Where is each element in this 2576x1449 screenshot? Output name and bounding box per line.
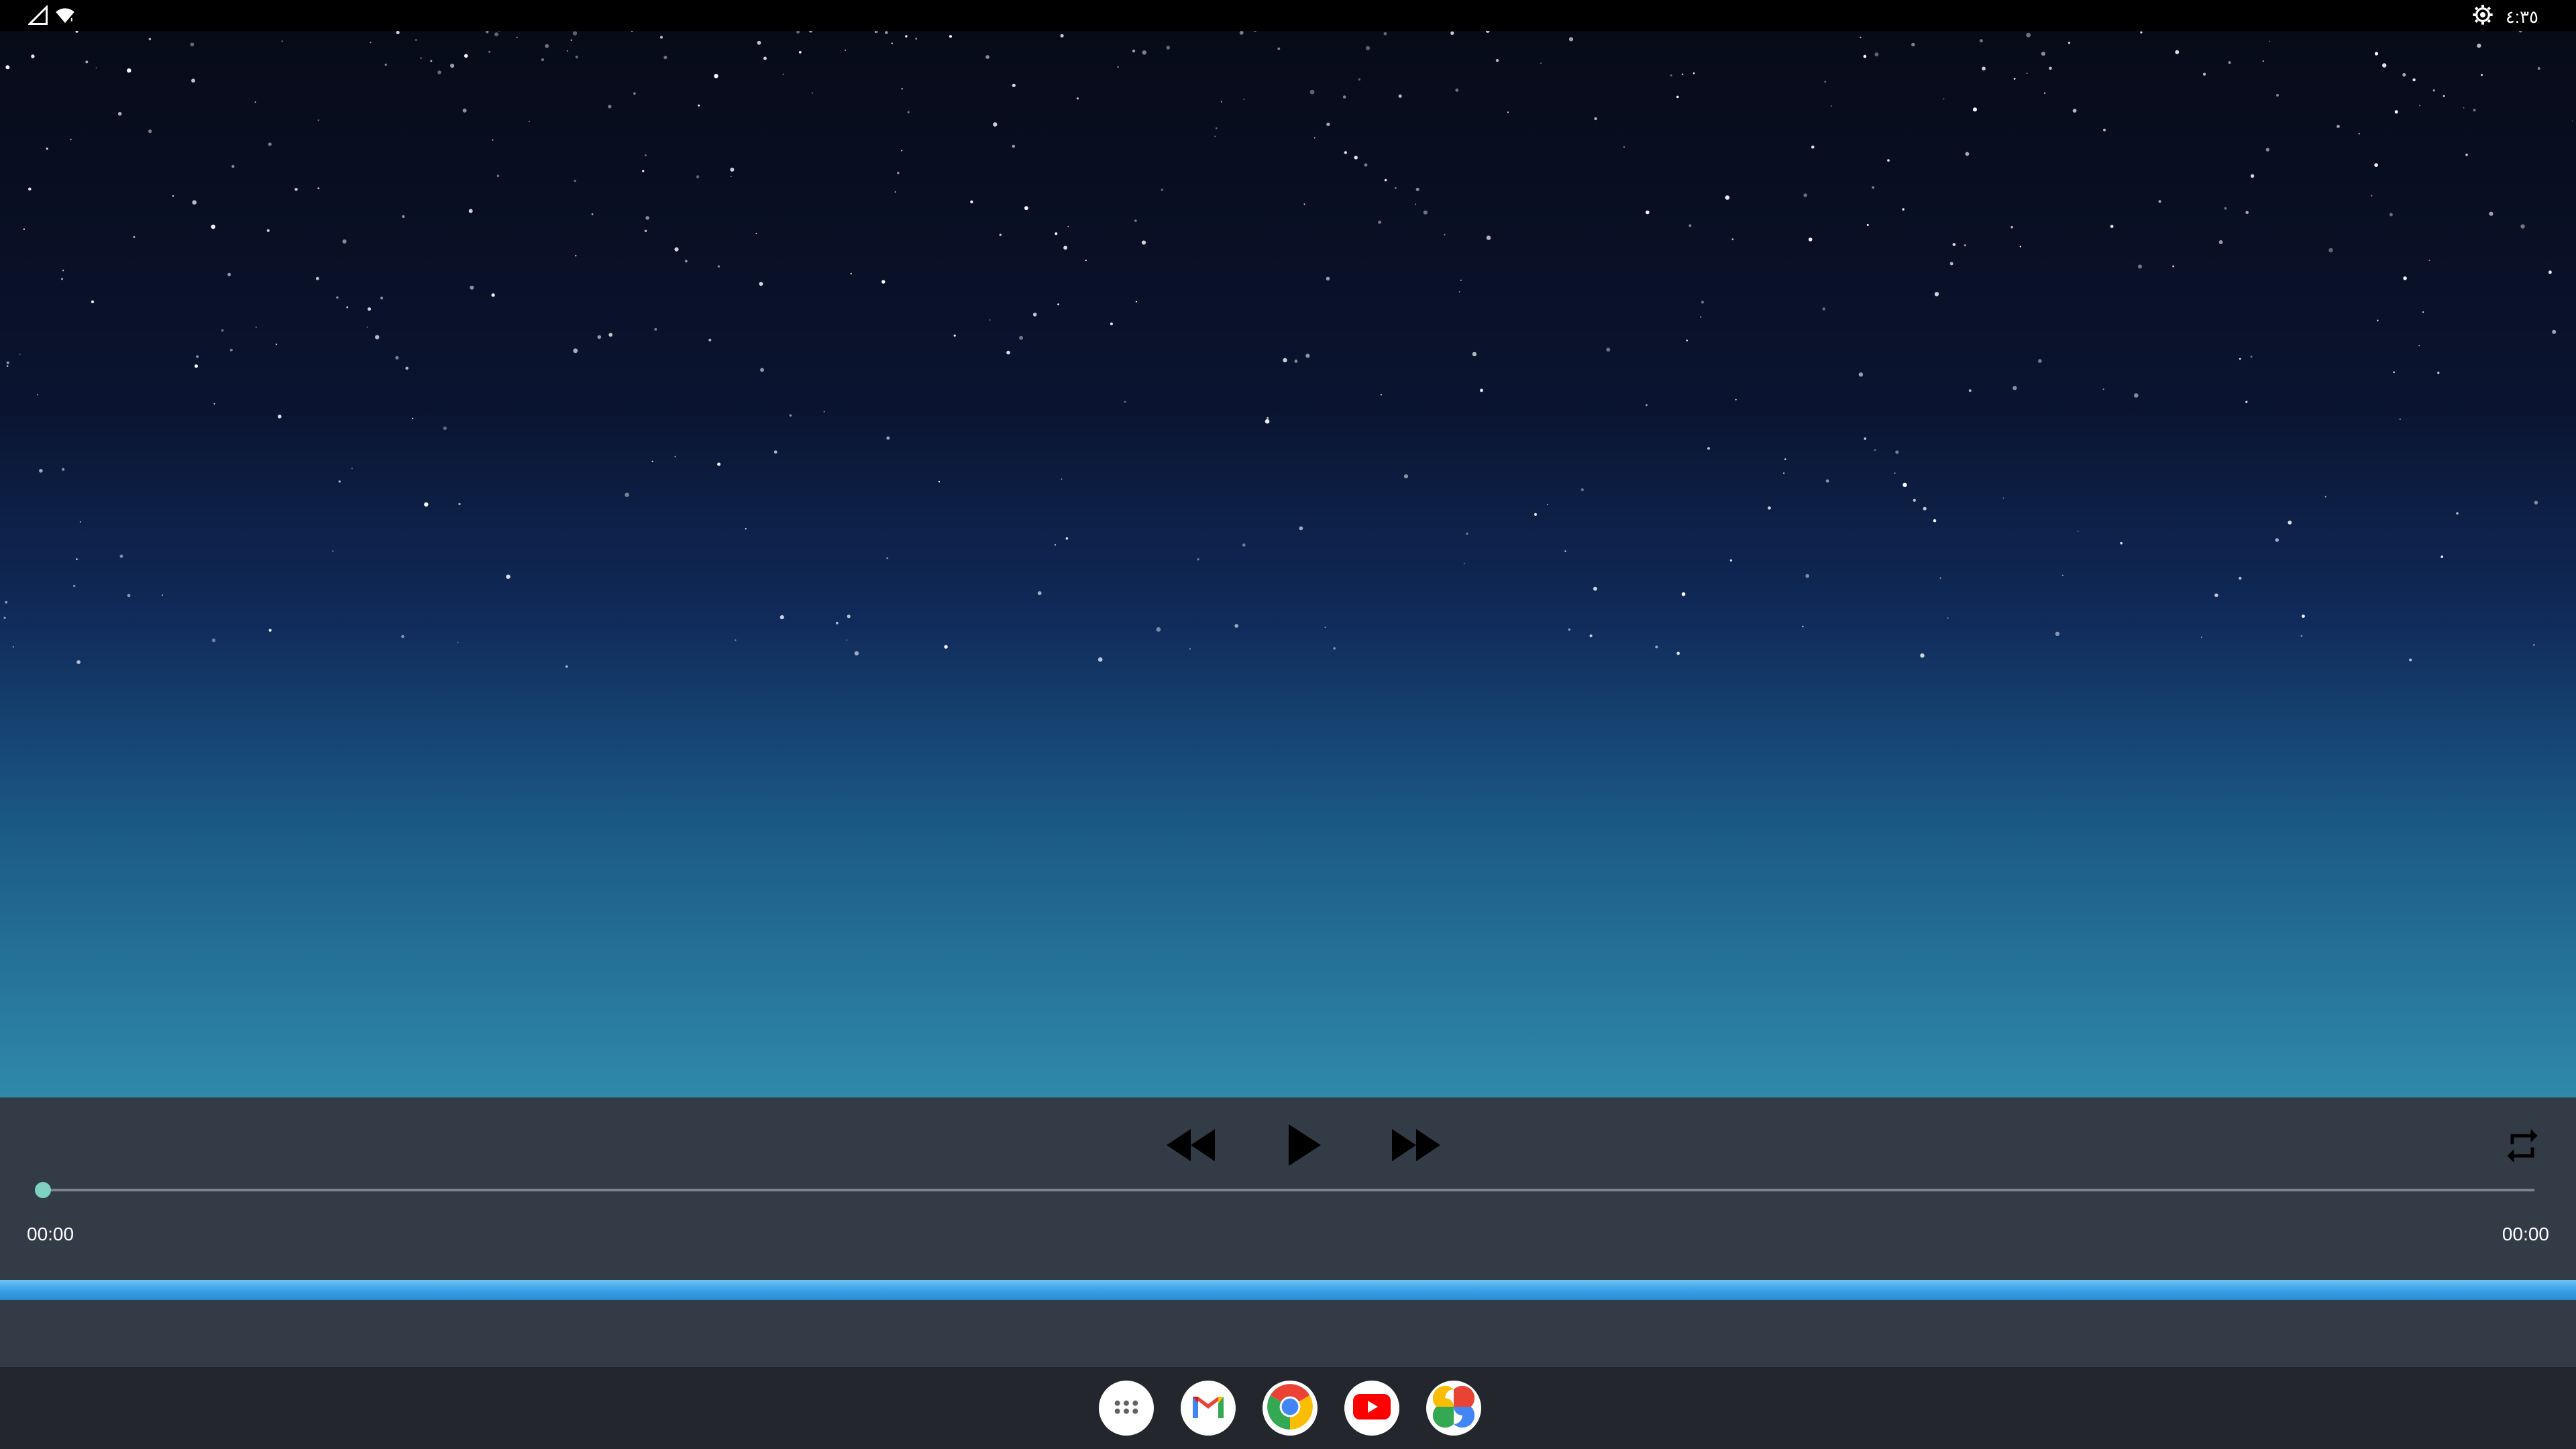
app-launcher-button[interactable] (1099, 1381, 1154, 1436)
app-launcher-icon (1113, 1393, 1140, 1424)
youtube-button[interactable] (1344, 1381, 1399, 1436)
progress-strip (0, 1280, 2576, 1300)
starry-sky-wallpaper (3, 31, 2573, 668)
seek-bar[interactable] (42, 1189, 2534, 1191)
rewind-button[interactable] (1161, 1116, 1221, 1177)
status-icons-left (27, 4, 76, 29)
repeat-icon (2502, 1126, 2542, 1169)
gmail-button[interactable] (1181, 1381, 1236, 1436)
status-bar: ٤:٣٥ (0, 0, 2576, 31)
transport-controls (1161, 1116, 1446, 1177)
lower-panel (0, 1300, 2576, 1367)
status-icons-right: ٤:٣٥ (2472, 4, 2538, 30)
chrome-button[interactable] (1263, 1381, 1318, 1436)
chrome-icon (1265, 1382, 1315, 1435)
signal-icon (27, 4, 48, 29)
youtube-icon (1352, 1393, 1391, 1424)
fast-forward-button[interactable] (1386, 1116, 1446, 1177)
media-controls-panel: 00:00 00:00 (0, 1097, 2576, 1280)
total-time: 00:00 (2502, 1224, 2549, 1244)
status-time: ٤:٣٥ (2505, 7, 2538, 27)
fast-forward-icon (1389, 1126, 1443, 1167)
seek-thumb[interactable] (35, 1182, 51, 1198)
repeat-button[interactable] (2496, 1120, 2549, 1174)
google-photos-button[interactable] (1426, 1381, 1481, 1436)
rewind-icon (1164, 1126, 1218, 1167)
taskbar (0, 1367, 2576, 1449)
play-icon (1285, 1123, 1322, 1171)
app-dock (1099, 1381, 1481, 1436)
google-photos-icon (1432, 1385, 1475, 1431)
settings-icon[interactable] (2472, 4, 2493, 30)
media-display[interactable] (0, 31, 2576, 1097)
play-button[interactable] (1273, 1116, 1334, 1177)
wifi-icon (54, 5, 76, 29)
elapsed-time: 00:00 (27, 1224, 74, 1244)
gmail-icon (1190, 1393, 1226, 1424)
